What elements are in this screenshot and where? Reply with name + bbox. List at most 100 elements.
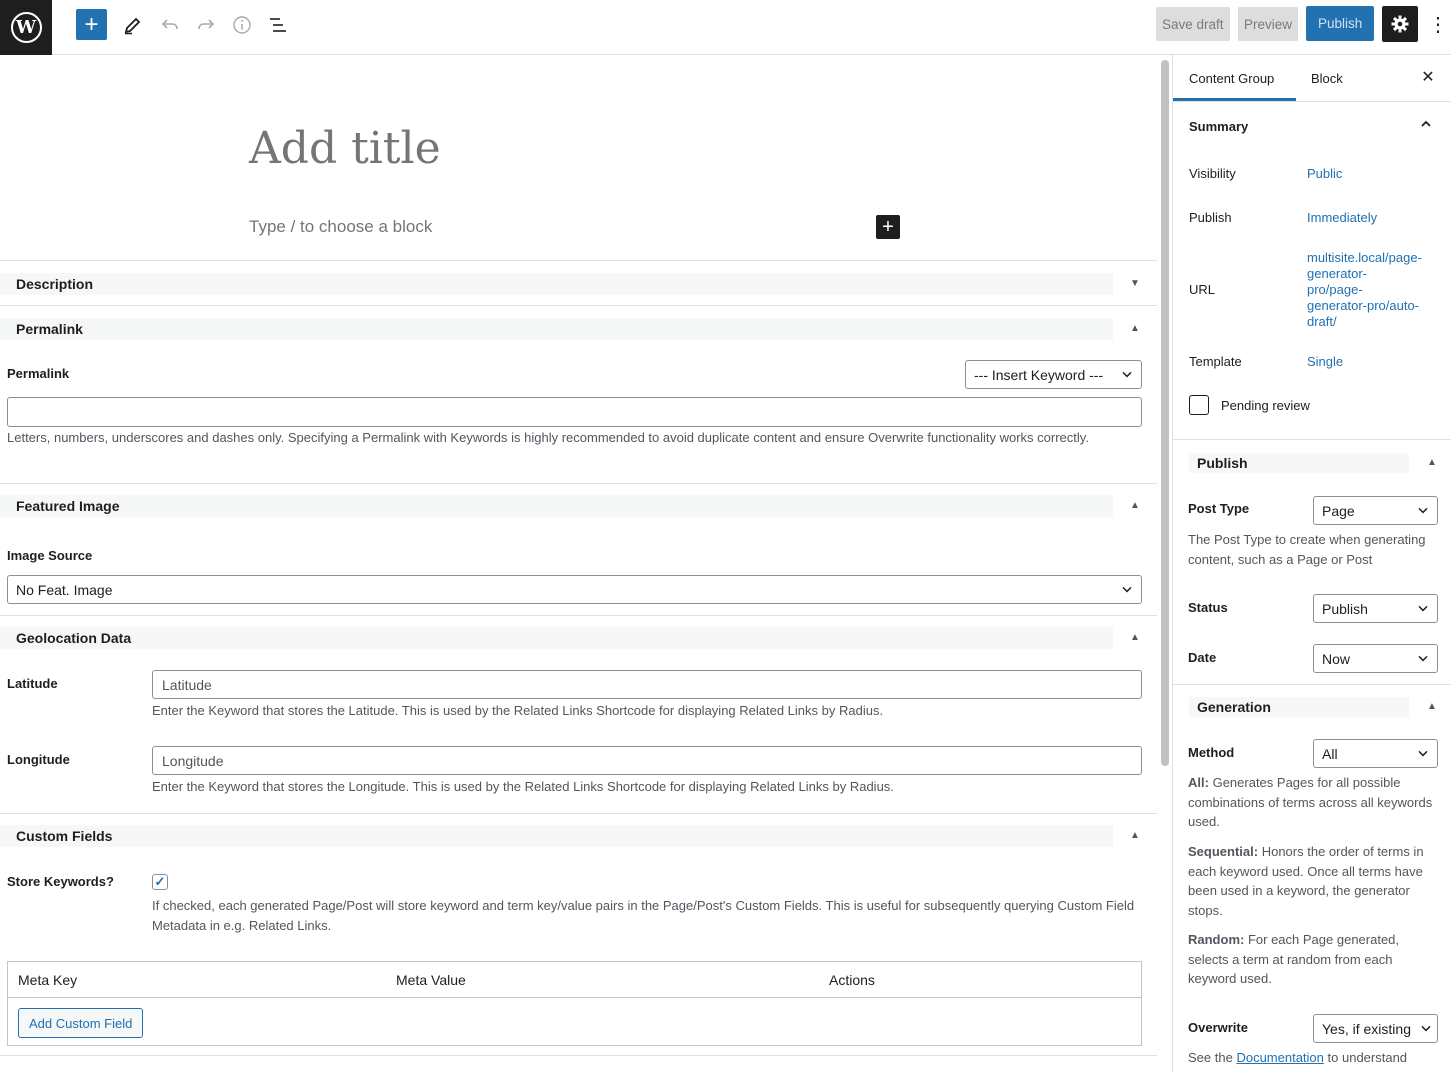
featured-image-title: Featured Image <box>16 498 120 514</box>
settings-button[interactable] <box>1382 6 1418 42</box>
pencil-icon <box>124 17 141 35</box>
post-type-value: Page <box>1322 502 1355 519</box>
method-all-desc: Generates Pages for all possible combina… <box>1188 775 1433 829</box>
url-line: multisite.local/page- <box>1307 250 1422 265</box>
settings-sidebar: Content Group Block ✕ Summary Visibility… <box>1172 55 1451 1072</box>
add-block-button[interactable]: + <box>76 9 107 40</box>
divider <box>0 305 1157 306</box>
method-label: Method <box>1188 745 1235 760</box>
info-icon <box>233 16 251 34</box>
publish-date-label: Publish <box>1189 210 1232 225</box>
post-title-input[interactable]: Add title <box>249 123 441 174</box>
save-draft-button[interactable]: Save draft <box>1156 7 1230 41</box>
pending-review-label: Pending review <box>1221 398 1310 413</box>
longitude-help: Enter the Keyword that stores the Longit… <box>152 779 894 794</box>
publish-date-value[interactable]: Immediately <box>1307 210 1377 226</box>
publish-box-title: Publish <box>1197 455 1248 471</box>
overwrite-value: Yes, if existing <box>1322 1020 1411 1037</box>
post-type-select[interactable]: Page <box>1313 496 1438 525</box>
description-header[interactable] <box>0 273 1113 295</box>
method-select[interactable]: All <box>1313 739 1438 768</box>
inline-add-block-button[interactable]: + <box>876 215 900 239</box>
image-source-label: Image Source <box>7 548 93 563</box>
close-sidebar-button[interactable]: ✕ <box>1418 67 1438 87</box>
editor-canvas: Add title Type / to choose a block + Des… <box>0 55 1157 1072</box>
image-source-select[interactable]: No Feat. Image <box>7 575 1142 604</box>
permalink-help: Letters, numbers, underscores and dashes… <box>7 430 1089 445</box>
chevron-down-icon <box>1122 371 1132 377</box>
collapse-toggle-icon[interactable]: ▲ <box>1130 830 1140 841</box>
plus-icon: + <box>84 10 99 38</box>
details-button[interactable] <box>226 9 258 41</box>
url-value[interactable]: multisite.local/page- generator- pro/pag… <box>1307 250 1447 330</box>
overwrite-help-suffix: to understand <box>1327 1050 1408 1065</box>
chevron-down-icon <box>1418 605 1428 611</box>
collapse-toggle-icon[interactable]: ▲ <box>1427 457 1437 468</box>
list-view-button[interactable] <box>262 9 294 41</box>
divider <box>0 813 1157 814</box>
date-value: Now <box>1322 650 1351 667</box>
method-sequential-term: Sequential: <box>1188 844 1259 859</box>
close-icon: ✕ <box>1421 69 1435 86</box>
divider <box>0 615 1157 616</box>
pending-review-checkbox[interactable] <box>1189 395 1209 415</box>
insert-keyword-value: --- Insert Keyword --- <box>974 366 1104 383</box>
divider <box>0 260 1157 261</box>
latitude-label: Latitude <box>7 676 58 691</box>
permalink-header[interactable] <box>0 318 1113 340</box>
method-value: All <box>1322 745 1338 762</box>
method-sequential-help: Sequential: Honors the order of terms in… <box>1188 842 1443 920</box>
status-select[interactable]: Publish <box>1313 594 1438 623</box>
wordpress-logo-button[interactable]: W <box>0 0 52 55</box>
status-label: Status <box>1188 600 1228 615</box>
collapse-toggle-icon[interactable]: ▲ <box>1130 323 1140 334</box>
date-label: Date <box>1188 650 1217 665</box>
summary-title[interactable]: Summary <box>1189 119 1248 134</box>
undo-icon <box>161 19 178 30</box>
divider <box>1173 439 1451 440</box>
collapse-toggle-icon[interactable]: ▲ <box>1427 701 1437 712</box>
more-options-button[interactable]: ⋮ <box>1426 8 1450 40</box>
preview-button[interactable]: Preview <box>1238 7 1299 41</box>
url-line: draft/ <box>1307 314 1337 329</box>
documentation-link[interactable]: Documentation <box>1236 1050 1323 1065</box>
custom-fields-table: Meta Key Meta Value Actions Add Custom F… <box>7 961 1142 1046</box>
checkmark-icon: ✓ <box>154 874 166 889</box>
block-appender[interactable]: Type / to choose a block <box>249 217 432 237</box>
longitude-label: Longitude <box>7 752 70 767</box>
featured-image-header[interactable] <box>0 495 1113 517</box>
date-select[interactable]: Now <box>1313 644 1438 673</box>
overwrite-select[interactable]: Yes, if existing <box>1313 1014 1438 1043</box>
permalink-label: Permalink <box>7 366 70 381</box>
divider <box>1173 684 1451 685</box>
chevron-down-icon <box>1421 1025 1431 1031</box>
publish-button[interactable]: Publish <box>1306 6 1375 41</box>
tools-button[interactable] <box>117 9 149 41</box>
template-value[interactable]: Single <box>1307 354 1343 370</box>
latitude-input[interactable]: Latitude <box>152 670 1142 699</box>
visibility-value[interactable]: Public <box>1307 166 1342 182</box>
store-keywords-checkbox[interactable]: ✓ <box>152 874 168 890</box>
chevron-down-icon <box>1418 507 1428 513</box>
collapse-toggle-icon[interactable]: ▲ <box>1130 632 1140 643</box>
permalink-input[interactable] <box>7 397 1142 427</box>
custom-fields-header[interactable] <box>0 825 1113 847</box>
sidebar-tabs: Content Group Block ✕ <box>1173 55 1451 102</box>
collapse-toggle-icon[interactable]: ▲ <box>1130 500 1140 511</box>
undo-button[interactable] <box>154 9 186 41</box>
template-label: Template <box>1189 354 1242 369</box>
insert-keyword-select[interactable]: --- Insert Keyword --- <box>965 360 1142 389</box>
redo-button[interactable] <box>190 9 222 41</box>
longitude-input[interactable]: Longitude <box>152 746 1142 775</box>
list-view-icon <box>270 18 286 32</box>
method-random-term: Random: <box>1188 932 1245 947</box>
geolocation-header[interactable] <box>0 627 1113 649</box>
overwrite-help: See the Documentation to understand <box>1188 1048 1443 1068</box>
editor-scrollbar[interactable] <box>1161 60 1169 766</box>
expand-toggle-icon[interactable]: ▼ <box>1130 278 1140 289</box>
overwrite-label: Overwrite <box>1188 1020 1248 1035</box>
tab-content-group[interactable]: Content Group <box>1189 71 1274 86</box>
chevron-up-icon[interactable] <box>1419 117 1433 134</box>
tab-block[interactable]: Block <box>1311 71 1343 86</box>
add-custom-field-button[interactable]: Add Custom Field <box>18 1008 144 1038</box>
